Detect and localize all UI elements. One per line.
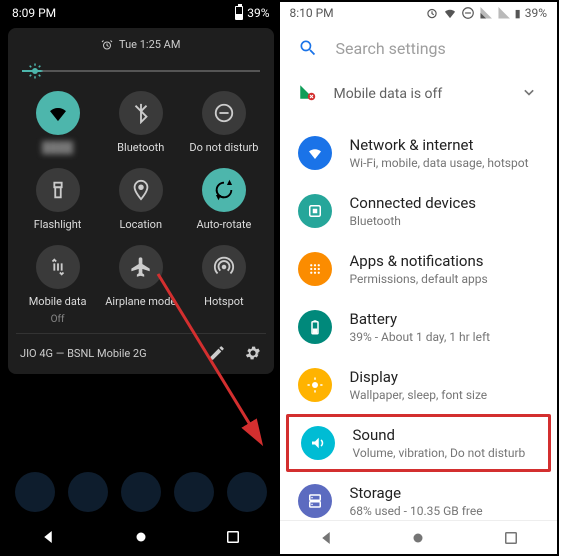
dock-app[interactable] <box>174 472 214 512</box>
wifi-icon <box>36 91 80 135</box>
brightness-thumb-icon <box>26 62 44 84</box>
settings-row-network-internet[interactable]: Network & internetWi-Fi, mobile, data us… <box>280 124 558 182</box>
battery-icon <box>235 6 243 20</box>
qs-tile-rotate[interactable]: Auto-rotate <box>182 168 265 231</box>
quick-settings-panel: 8:09 PM 39% Tue 1:25 AM ████BluetoothDo … <box>2 2 280 554</box>
battery-text: 39% <box>247 6 269 20</box>
bluetooth-icon <box>119 91 163 135</box>
home-button[interactable] <box>132 528 150 546</box>
back-button[interactable] <box>317 529 335 547</box>
wifi-status-icon <box>443 6 457 20</box>
search-settings-row[interactable]: Search settings <box>280 24 558 72</box>
hotspot-icon <box>202 245 246 289</box>
qs-tile-hotspot[interactable]: Hotspot <box>182 245 265 325</box>
row-icon <box>298 252 332 286</box>
qs-tile-mdata[interactable]: Mobile dataOff <box>16 245 99 325</box>
status-bar-left: 8:09 PM 39% <box>2 2 280 24</box>
qs-tile-airplane[interactable]: Airplane mode <box>99 245 182 325</box>
location-icon <box>119 168 163 212</box>
row-icon <box>298 310 332 344</box>
clock-text: 8:10 PM <box>290 6 334 20</box>
qs-tile-dnd[interactable]: Do not disturb <box>182 91 265 154</box>
dock-app[interactable] <box>227 472 267 512</box>
signal2-status-icon <box>497 6 511 20</box>
row-icon <box>298 484 332 518</box>
row-icon <box>301 426 335 460</box>
row-icon <box>298 136 332 170</box>
recents-button[interactable] <box>502 529 520 547</box>
back-button[interactable] <box>39 528 57 546</box>
alarm-row[interactable]: Tue 1:25 AM <box>16 38 266 51</box>
alarm-text: Tue 1:25 AM <box>119 38 180 51</box>
settings-row-display[interactable]: DisplayWallpaper, sleep, font size <box>280 356 558 414</box>
settings-row-sound[interactable]: SoundVolume, vibration, Do not disturb <box>286 414 552 472</box>
rotate-icon <box>202 168 246 212</box>
signal-off-icon <box>298 83 316 105</box>
settings-row-connected-devices[interactable]: Connected devicesBluetooth <box>280 182 558 240</box>
dock-app[interactable] <box>68 472 108 512</box>
search-placeholder: Search settings <box>336 39 446 58</box>
dock-app[interactable] <box>15 472 55 512</box>
carrier-text: JIO 4G — BSNL Mobile 2G <box>20 347 147 360</box>
signal-status-icon <box>479 6 493 20</box>
row-icon <box>298 194 332 228</box>
alarm-icon <box>101 39 113 51</box>
dock-app[interactable] <box>121 472 161 512</box>
row-icon <box>298 368 332 402</box>
brightness-slider[interactable] <box>22 61 260 81</box>
qs-tile-wifi[interactable]: ████ <box>16 91 99 154</box>
dnd-status-icon <box>461 6 475 20</box>
home-button[interactable] <box>409 529 427 547</box>
mobile-data-banner[interactable]: Mobile data is off <box>280 72 558 124</box>
battery-text: 39% <box>525 6 547 20</box>
clock-text: 8:09 PM <box>12 6 56 20</box>
mdata-icon <box>36 245 80 289</box>
qs-tile-bluetooth[interactable]: Bluetooth <box>99 91 182 154</box>
status-bar-right: 8:10 PM ▮ 39% <box>280 2 558 24</box>
battery-icon: ▮ <box>515 7 521 20</box>
airplane-icon <box>119 245 163 289</box>
alarm-status-icon <box>425 6 439 20</box>
gear-icon[interactable] <box>244 344 262 362</box>
nav-bar-right <box>280 520 558 554</box>
dnd-icon <box>202 91 246 135</box>
flashlight-icon <box>36 168 80 212</box>
settings-row-battery[interactable]: Battery39% - About 1 day, 1 hr left <box>280 298 558 356</box>
settings-panel: 8:10 PM ▮ 39% Search settings Mobile dat… <box>280 2 558 554</box>
qs-tile-flashlight[interactable]: Flashlight <box>16 168 99 231</box>
search-icon <box>298 38 318 58</box>
chevron-down-icon <box>519 82 539 106</box>
home-dock <box>2 464 280 520</box>
edit-icon[interactable] <box>208 344 226 362</box>
nav-bar-left <box>2 520 280 554</box>
mobile-data-text: Mobile data is off <box>334 86 502 102</box>
recents-button[interactable] <box>224 528 242 546</box>
qs-tile-location[interactable]: Location <box>99 168 182 231</box>
settings-row-apps-notifications[interactable]: Apps & notificationsPermissions, default… <box>280 240 558 298</box>
